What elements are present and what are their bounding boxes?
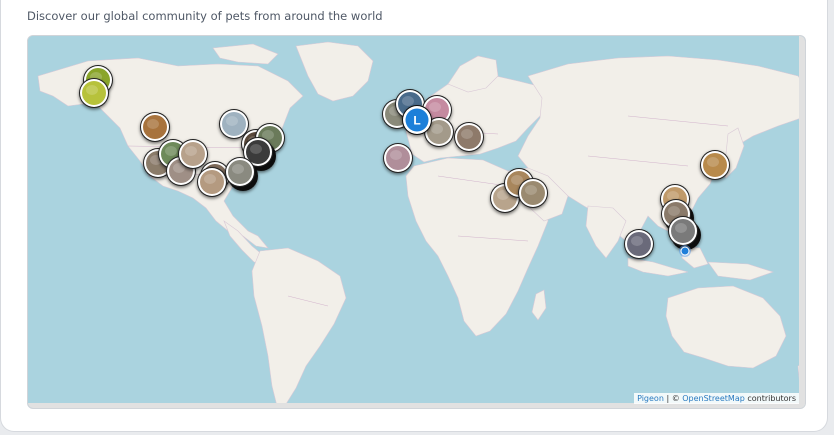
attribution-suffix: contributors [744,394,796,403]
attribution-separator: | © [663,394,683,403]
alaska-pet-2-marker[interactable] [79,78,109,108]
pet-map-card: Discover our global community of pets fr… [0,0,828,432]
location-dot [679,245,691,257]
pigeon-link[interactable]: Pigeon [637,394,664,403]
cluster-marker[interactable]: L [402,105,432,135]
map-attribution: Pigeon | © OpenStreetMap contributors [634,393,799,404]
middle-east-pet-3-marker[interactable] [518,178,548,208]
spain-pet-marker[interactable] [383,143,413,173]
world-map[interactable]: L Pigeon | © OpenStreetMap contributors [27,35,806,409]
japan-pet-marker[interactable] [700,150,730,180]
indonesia-pet-marker[interactable] [624,229,654,259]
cluster-label: L [413,114,420,128]
osm-link[interactable]: OpenStreetMap [682,394,745,403]
map-tiles[interactable]: L [28,36,806,409]
page-subtitle: Discover our global community of pets fr… [27,9,383,23]
us-central-pet-2-marker[interactable] [197,167,227,197]
map-scrollbar-vertical[interactable] [799,36,805,408]
canada-pet-marker[interactable] [140,112,170,142]
europe-pet-4-marker[interactable] [454,122,484,152]
us-west-pet-4-marker[interactable] [178,139,208,169]
